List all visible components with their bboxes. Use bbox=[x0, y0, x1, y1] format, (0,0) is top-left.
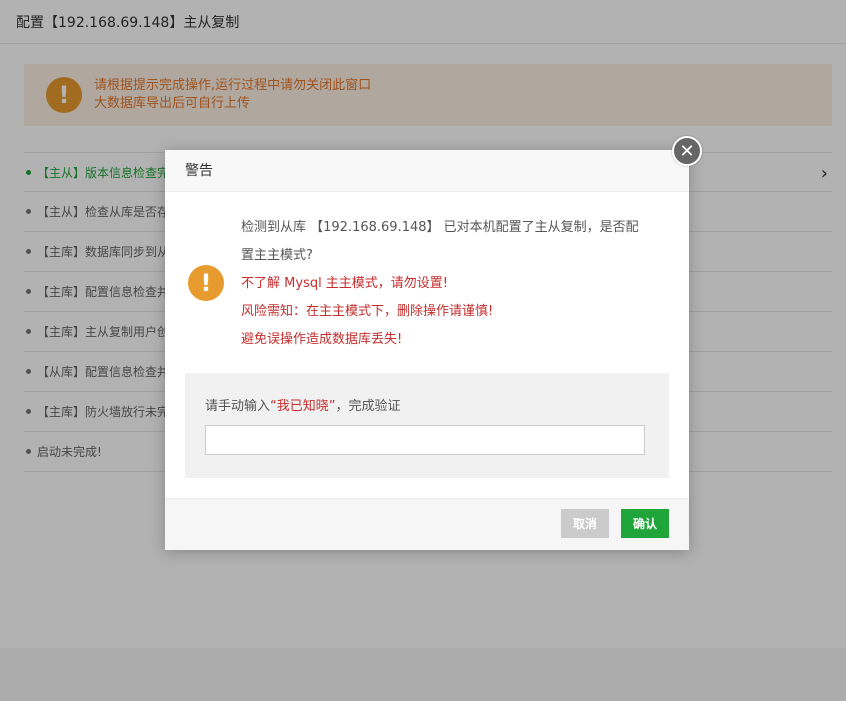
dialog-title: 警告 bbox=[165, 150, 689, 192]
warning-icon: ! bbox=[188, 265, 224, 301]
verify-input[interactable] bbox=[205, 425, 645, 455]
cancel-button[interactable]: 取消 bbox=[561, 509, 609, 538]
warning-line-3: 避免误操作造成数据库丢失! bbox=[241, 332, 403, 347]
warning-line-2: 风险需知：在主主模式下，删除操作请谨慎! bbox=[241, 304, 494, 319]
dialog-message: 检测到从库 【192.168.69.148】 已对本机配置了主从复制，是否配 置… bbox=[241, 214, 671, 354]
dialog-footer: 取消 确认 bbox=[165, 498, 689, 550]
verify-prefix: 请手动输入 bbox=[205, 399, 271, 414]
verify-phrase: “我已知晓” bbox=[270, 399, 336, 414]
warning-dialog: 警告 ✕ ! 检测到从库 【192.168.69.148】 已对本机配置了主从复… bbox=[165, 136, 702, 550]
verify-label: 请手动输入“我已知晓”，完成验证 bbox=[205, 395, 649, 415]
confirm-button[interactable]: 确认 bbox=[621, 509, 669, 538]
message-line-2: 置主主模式? bbox=[241, 248, 313, 263]
verify-panel: 请手动输入“我已知晓”，完成验证 bbox=[185, 373, 669, 478]
verify-suffix: ，完成验证 bbox=[335, 399, 401, 414]
message-line-1: 检测到从库 【192.168.69.148】 已对本机配置了主从复制，是否配 bbox=[241, 220, 639, 235]
close-icon[interactable]: ✕ bbox=[672, 136, 702, 166]
warning-line-1: 不了解 Mysql 主主模式，请勿设置! bbox=[241, 276, 449, 291]
